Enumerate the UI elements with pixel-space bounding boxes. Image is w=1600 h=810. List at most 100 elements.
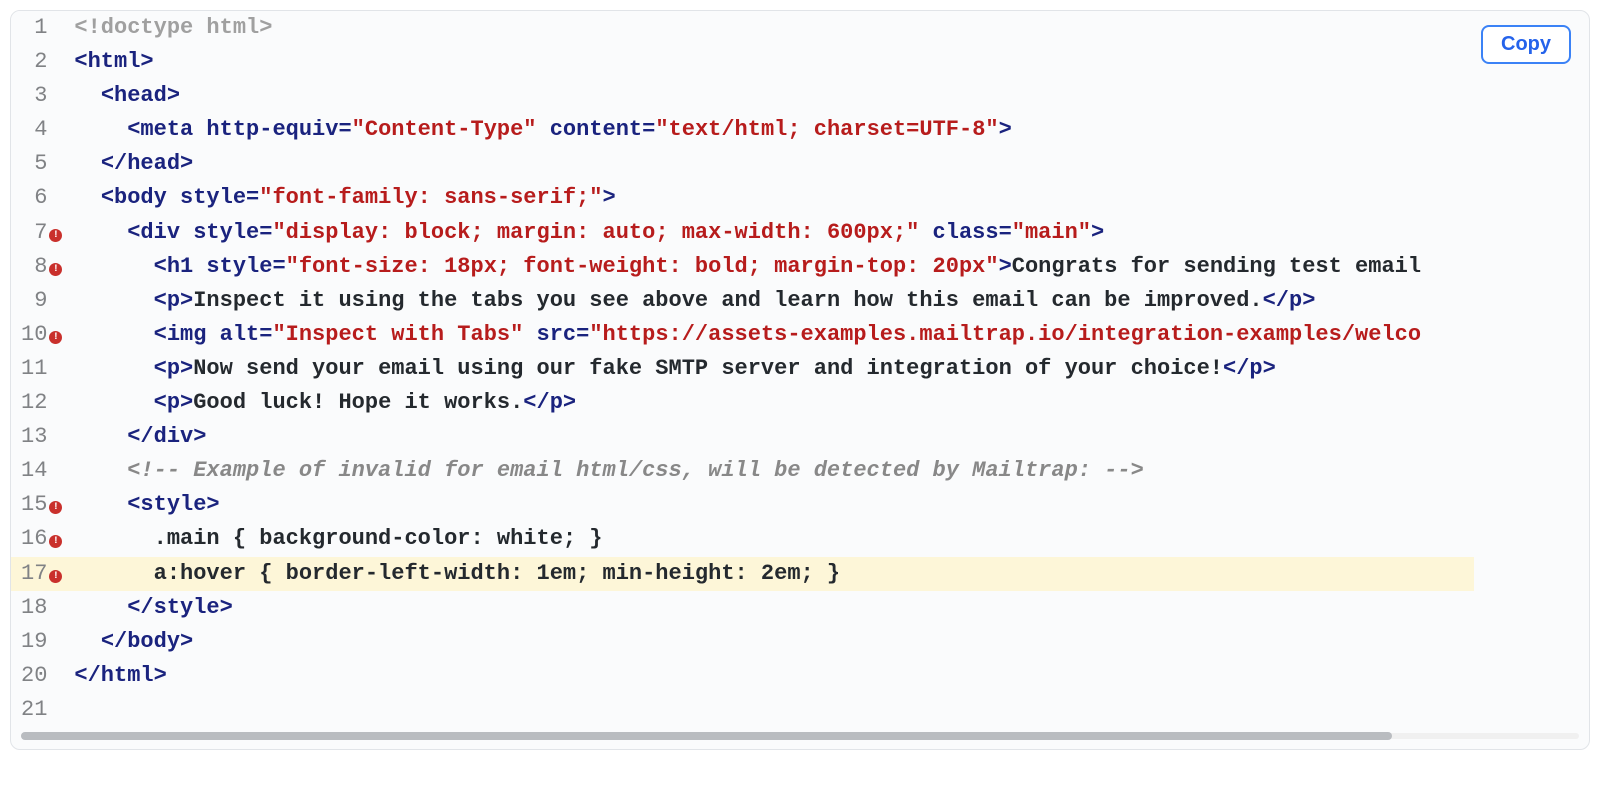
code-content[interactable]: <!-- Example of invalid for email html/c…: [68, 454, 1474, 488]
line-number: 2: [11, 45, 49, 79]
indent: [74, 356, 153, 381]
code-line[interactable]: 13 </div>: [11, 420, 1474, 454]
token: Good luck! Hope it works.: [193, 390, 523, 415]
token: <p>: [154, 356, 194, 381]
code-content[interactable]: a:hover { border-left-width: 1em; min-he…: [68, 557, 1474, 591]
code-line[interactable]: 17! a:hover { border-left-width: 1em; mi…: [11, 557, 1474, 591]
code-content[interactable]: </head>: [68, 147, 1474, 181]
error-marker-cell: !: [49, 216, 68, 250]
code-content[interactable]: <head>: [68, 79, 1474, 113]
code-line[interactable]: 21: [11, 693, 1474, 727]
error-marker-cell: !: [49, 318, 68, 352]
code-content[interactable]: <h1 style="font-size: 18px; font-weight:…: [68, 250, 1474, 284]
code-content[interactable]: </body>: [68, 625, 1474, 659]
code-content[interactable]: <img alt="Inspect with Tabs" src="https:…: [68, 318, 1474, 352]
indent: [74, 492, 127, 517]
error-icon[interactable]: !: [49, 501, 62, 514]
code-line[interactable]: 18 </style>: [11, 591, 1474, 625]
token: <div: [127, 220, 180, 245]
code-line[interactable]: 2 <html>: [11, 45, 1474, 79]
line-number: 4: [11, 113, 49, 147]
error-marker-cell: [49, 693, 68, 727]
code-content[interactable]: [68, 693, 1474, 727]
code-line[interactable]: 4 <meta http-equiv="Content-Type" conten…: [11, 113, 1474, 147]
error-icon[interactable]: !: [49, 229, 62, 242]
token: <!-- Example of invalid for email html/c…: [127, 458, 1144, 483]
copy-button[interactable]: Copy: [1481, 25, 1571, 64]
error-icon[interactable]: !: [49, 263, 62, 276]
scrollbar-thumb[interactable]: [21, 732, 1392, 740]
indent: [74, 526, 153, 551]
error-marker-cell: !: [49, 488, 68, 522]
token: >: [1091, 220, 1104, 245]
code-line[interactable]: 9 <p>Inspect it using the tabs you see a…: [11, 284, 1474, 318]
code-content[interactable]: </html>: [68, 659, 1474, 693]
code-content[interactable]: <p>Now send your email using our fake SM…: [68, 352, 1474, 386]
token: </style>: [127, 595, 233, 620]
line-number: 8: [11, 250, 49, 284]
token: </p>: [1263, 288, 1316, 313]
token: >: [999, 117, 1012, 142]
error-marker-cell: !: [49, 522, 68, 556]
indent: [74, 288, 153, 313]
code-line[interactable]: 14 <!-- Example of invalid for email htm…: [11, 454, 1474, 488]
error-marker-cell: [49, 454, 68, 488]
code-content[interactable]: </div>: [68, 420, 1474, 454]
code-content[interactable]: <html>: [68, 45, 1474, 79]
indent: [74, 151, 100, 176]
code-content[interactable]: .main { background-color: white; }: [68, 522, 1474, 556]
code-line[interactable]: 10! <img alt="Inspect with Tabs" src="ht…: [11, 318, 1474, 352]
code-line[interactable]: 15! <style>: [11, 488, 1474, 522]
code-content[interactable]: <style>: [68, 488, 1474, 522]
line-number: 1: [11, 11, 49, 45]
code-line[interactable]: 8! <h1 style="font-size: 18px; font-weig…: [11, 250, 1474, 284]
token: </html>: [74, 663, 166, 688]
code-line[interactable]: 7! <div style="display: block; margin: a…: [11, 216, 1474, 250]
code-line[interactable]: 1 <!doctype html>: [11, 11, 1474, 45]
line-number: 21: [11, 693, 49, 727]
code-line[interactable]: 20</html>: [11, 659, 1474, 693]
code-line[interactable]: 16! .main { background-color: white; }: [11, 522, 1474, 556]
indent: [74, 595, 127, 620]
token: <p>: [154, 288, 194, 313]
code-content[interactable]: <p>Inspect it using the tabs you see abo…: [68, 284, 1474, 318]
line-number: 7: [11, 216, 49, 250]
token: >: [603, 185, 616, 210]
horizontal-scrollbar[interactable]: [21, 731, 1579, 741]
code-content[interactable]: <!doctype html>: [68, 11, 1474, 45]
token: Now send your email using our fake SMTP …: [193, 356, 1223, 381]
token: </p>: [523, 390, 576, 415]
token: </p>: [1223, 356, 1276, 381]
line-number: 14: [11, 454, 49, 488]
code-line[interactable]: 11 <p>Now send your email using our fake…: [11, 352, 1474, 386]
code-content[interactable]: </style>: [68, 591, 1474, 625]
error-marker-cell: [49, 181, 68, 215]
token: <head>: [101, 83, 180, 108]
token: >: [999, 254, 1012, 279]
token: src=: [523, 322, 589, 347]
code-scroll-area[interactable]: 1 <!doctype html> 2 <html> 3 <head>4 <meta h…: [11, 11, 1589, 727]
token: style=: [167, 185, 259, 210]
token: <img: [154, 322, 207, 347]
token: "display: block; margin: auto; max-width…: [272, 220, 919, 245]
code-line[interactable]: 3 <head>: [11, 79, 1474, 113]
code-line[interactable]: 5 </head>: [11, 147, 1474, 181]
code-line[interactable]: 6 <body style="font-family: sans-serif;"…: [11, 181, 1474, 215]
error-marker-cell: [49, 11, 68, 45]
code-panel: Copy 1 <!doctype html> 2 <html> 3 <head>4 <m…: [10, 10, 1590, 750]
error-icon[interactable]: !: [49, 570, 62, 583]
code-content[interactable]: <meta http-equiv="Content-Type" content=…: [68, 113, 1474, 147]
code-line[interactable]: 19 </body>: [11, 625, 1474, 659]
code-content[interactable]: <p>Good luck! Hope it works.</p>: [68, 386, 1474, 420]
code-content[interactable]: <body style="font-family: sans-serif;">: [68, 181, 1474, 215]
error-marker-cell: [49, 113, 68, 147]
token: </body>: [101, 629, 193, 654]
code-line[interactable]: 12 <p>Good luck! Hope it works.</p>: [11, 386, 1474, 420]
error-icon[interactable]: !: [49, 331, 62, 344]
error-icon[interactable]: !: [49, 535, 62, 548]
token: "font-family: sans-serif;": [259, 185, 602, 210]
code-content[interactable]: <div style="display: block; margin: auto…: [68, 216, 1474, 250]
token: </div>: [127, 424, 206, 449]
token: "font-size: 18px; font-weight: bold; mar…: [286, 254, 999, 279]
token: <html>: [74, 49, 153, 74]
